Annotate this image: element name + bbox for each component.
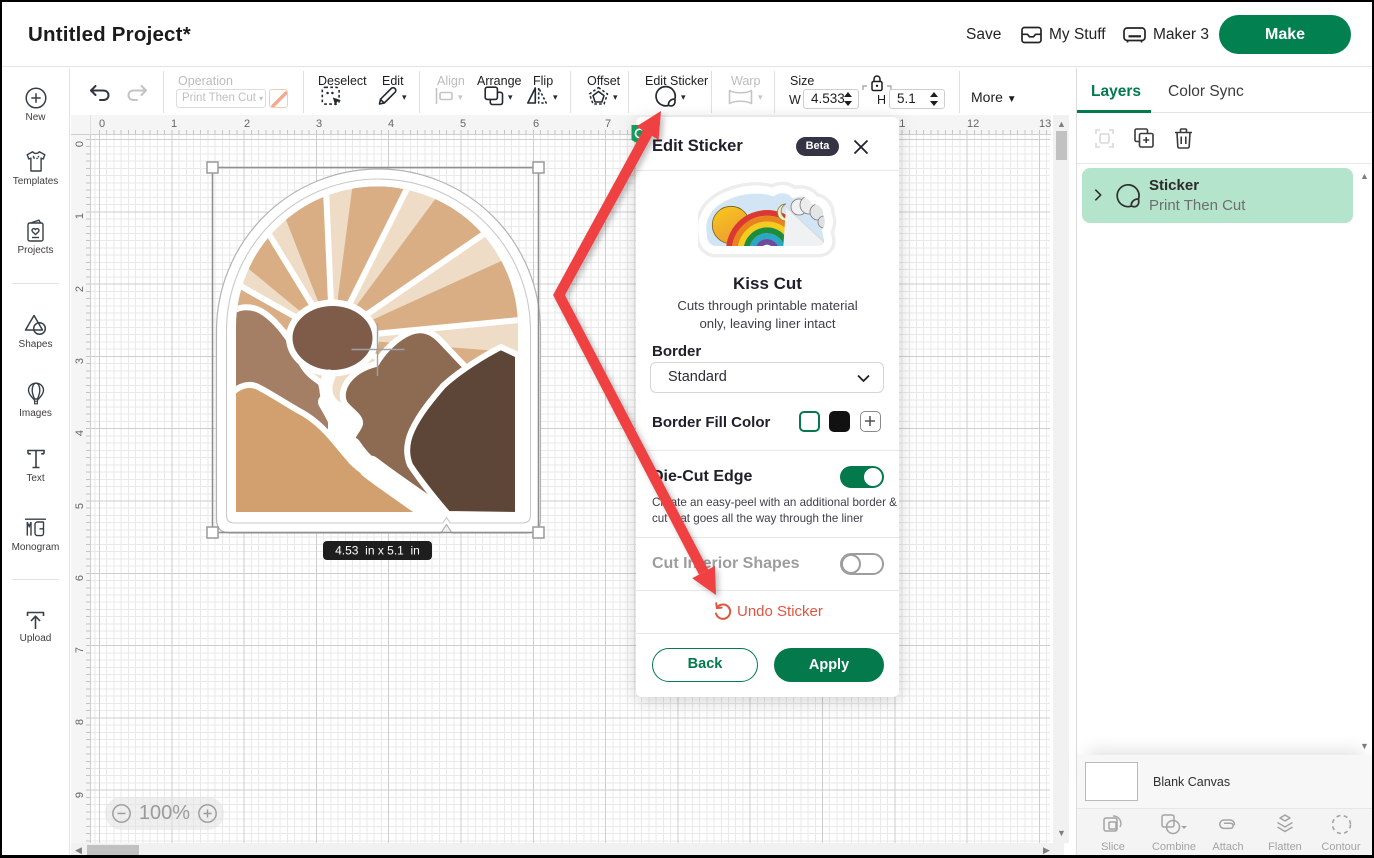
svg-text:4.53 in x 5.1 in: 4.53 in x 5.1 in xyxy=(335,544,420,558)
